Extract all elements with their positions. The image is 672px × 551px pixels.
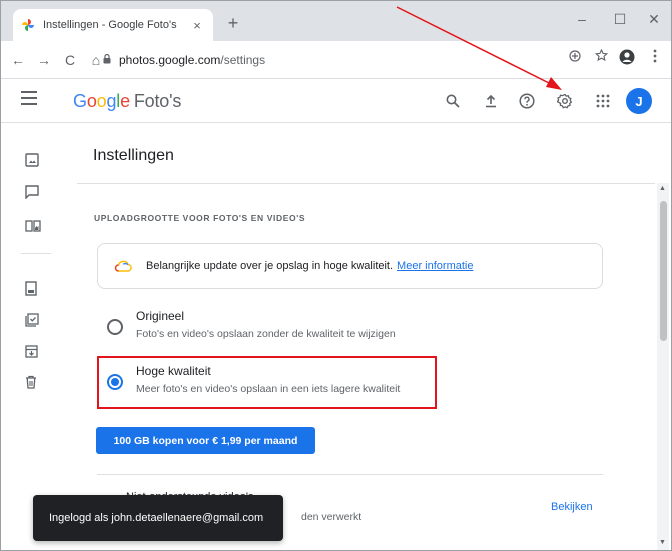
install-icon[interactable] bbox=[563, 49, 587, 65]
app-header: Google Foto's J bbox=[1, 79, 671, 123]
search-icon[interactable] bbox=[441, 89, 465, 113]
reload-button[interactable]: C bbox=[57, 52, 83, 68]
tab-close-icon[interactable]: × bbox=[189, 18, 205, 33]
url-path: /settings bbox=[220, 53, 266, 67]
radio-original[interactable] bbox=[107, 319, 123, 335]
signed-in-snackbar: Ingelogd als john.detaellenaere@gmail.co… bbox=[33, 495, 283, 541]
divider bbox=[77, 183, 655, 184]
snackbar-text: Ingelogd als john.detaellenaere@gmail.co… bbox=[49, 512, 264, 524]
unsupported-videos-subtitle: den verwerkt bbox=[301, 511, 362, 523]
more-info-link[interactable]: Meer informatie bbox=[397, 260, 473, 272]
albums-icon[interactable] bbox=[25, 219, 43, 237]
photos-icon[interactable] bbox=[25, 153, 43, 171]
bookmark-star-icon[interactable] bbox=[589, 48, 613, 65]
logo-letter: e bbox=[120, 91, 130, 111]
logo-letter: g bbox=[106, 91, 117, 111]
cloud-icon bbox=[114, 260, 132, 272]
help-icon[interactable] bbox=[515, 89, 539, 113]
option-original[interactable]: Origineel Foto's en video's opslaan zond… bbox=[97, 307, 603, 351]
logo-letter: o bbox=[86, 91, 97, 111]
utilities-icon[interactable] bbox=[25, 313, 43, 331]
maximize-button[interactable]: ☐ bbox=[605, 7, 635, 31]
main-menu-icon[interactable] bbox=[21, 91, 37, 105]
product-name: Foto's bbox=[133, 91, 182, 111]
divider bbox=[97, 474, 603, 475]
browser-toolbar: ← → C ⌂ photos.google.com/settings bbox=[1, 41, 671, 79]
page-title: Instellingen bbox=[93, 147, 174, 164]
browser-window: Instellingen - Google Foto's × + – ☐ ✕ ←… bbox=[0, 0, 672, 551]
logo-letter: o bbox=[96, 91, 107, 111]
more-menu-icon[interactable] bbox=[643, 49, 667, 66]
upload-icon[interactable] bbox=[479, 89, 503, 113]
tab-title: Instellingen - Google Foto's bbox=[43, 19, 177, 31]
google-photos-logo[interactable]: Google Foto's bbox=[73, 91, 181, 112]
logo-letter: G bbox=[73, 91, 87, 111]
account-avatar[interactable]: J bbox=[626, 88, 652, 114]
option-subtitle: Foto's en video's opslaan zonder de kwal… bbox=[136, 328, 396, 340]
upload-size-heading: UPLOADGROOTTE VOOR FOTO'S EN VIDEO'S bbox=[94, 213, 306, 223]
window-close-button[interactable]: ✕ bbox=[639, 7, 669, 31]
archive-icon[interactable] bbox=[25, 345, 43, 363]
left-nav-rail bbox=[1, 123, 65, 550]
forward-button[interactable]: → bbox=[31, 52, 57, 68]
annotation-highlight-box bbox=[97, 356, 437, 409]
trash-icon[interactable] bbox=[25, 375, 43, 393]
settings-icon[interactable] bbox=[553, 89, 577, 113]
sharing-icon[interactable] bbox=[25, 185, 43, 203]
url-host: photos.google.com bbox=[119, 53, 221, 67]
scroll-up-arrow[interactable]: ▲ bbox=[659, 185, 666, 192]
option-title: Origineel bbox=[136, 309, 185, 323]
address-bar[interactable]: photos.google.com/settings bbox=[103, 46, 483, 74]
scroll-down-arrow[interactable]: ▼ bbox=[659, 539, 666, 546]
apps-grid-icon[interactable] bbox=[591, 89, 615, 113]
info-text: Belangrijke update over je opslag in hog… bbox=[146, 260, 394, 272]
tab-strip: Instellingen - Google Foto's × + – ☐ ✕ bbox=[1, 1, 671, 41]
minimize-button[interactable]: – bbox=[567, 7, 597, 31]
browser-tab[interactable]: Instellingen - Google Foto's × bbox=[13, 9, 213, 41]
scrollbar-thumb[interactable] bbox=[660, 201, 667, 341]
buy-storage-button[interactable]: 100 GB kopen voor € 1,99 per maand bbox=[96, 427, 315, 454]
profile-icon[interactable] bbox=[615, 49, 639, 68]
storage-info-card: Belangrijke update over je opslag in hog… bbox=[97, 243, 603, 289]
new-tab-button[interactable]: + bbox=[221, 11, 245, 35]
back-button[interactable]: ← bbox=[5, 52, 31, 68]
view-button[interactable]: Bekijken bbox=[551, 501, 593, 513]
photo-books-icon[interactable] bbox=[25, 281, 43, 299]
google-photos-favicon bbox=[21, 18, 35, 32]
lock-icon bbox=[103, 53, 111, 67]
